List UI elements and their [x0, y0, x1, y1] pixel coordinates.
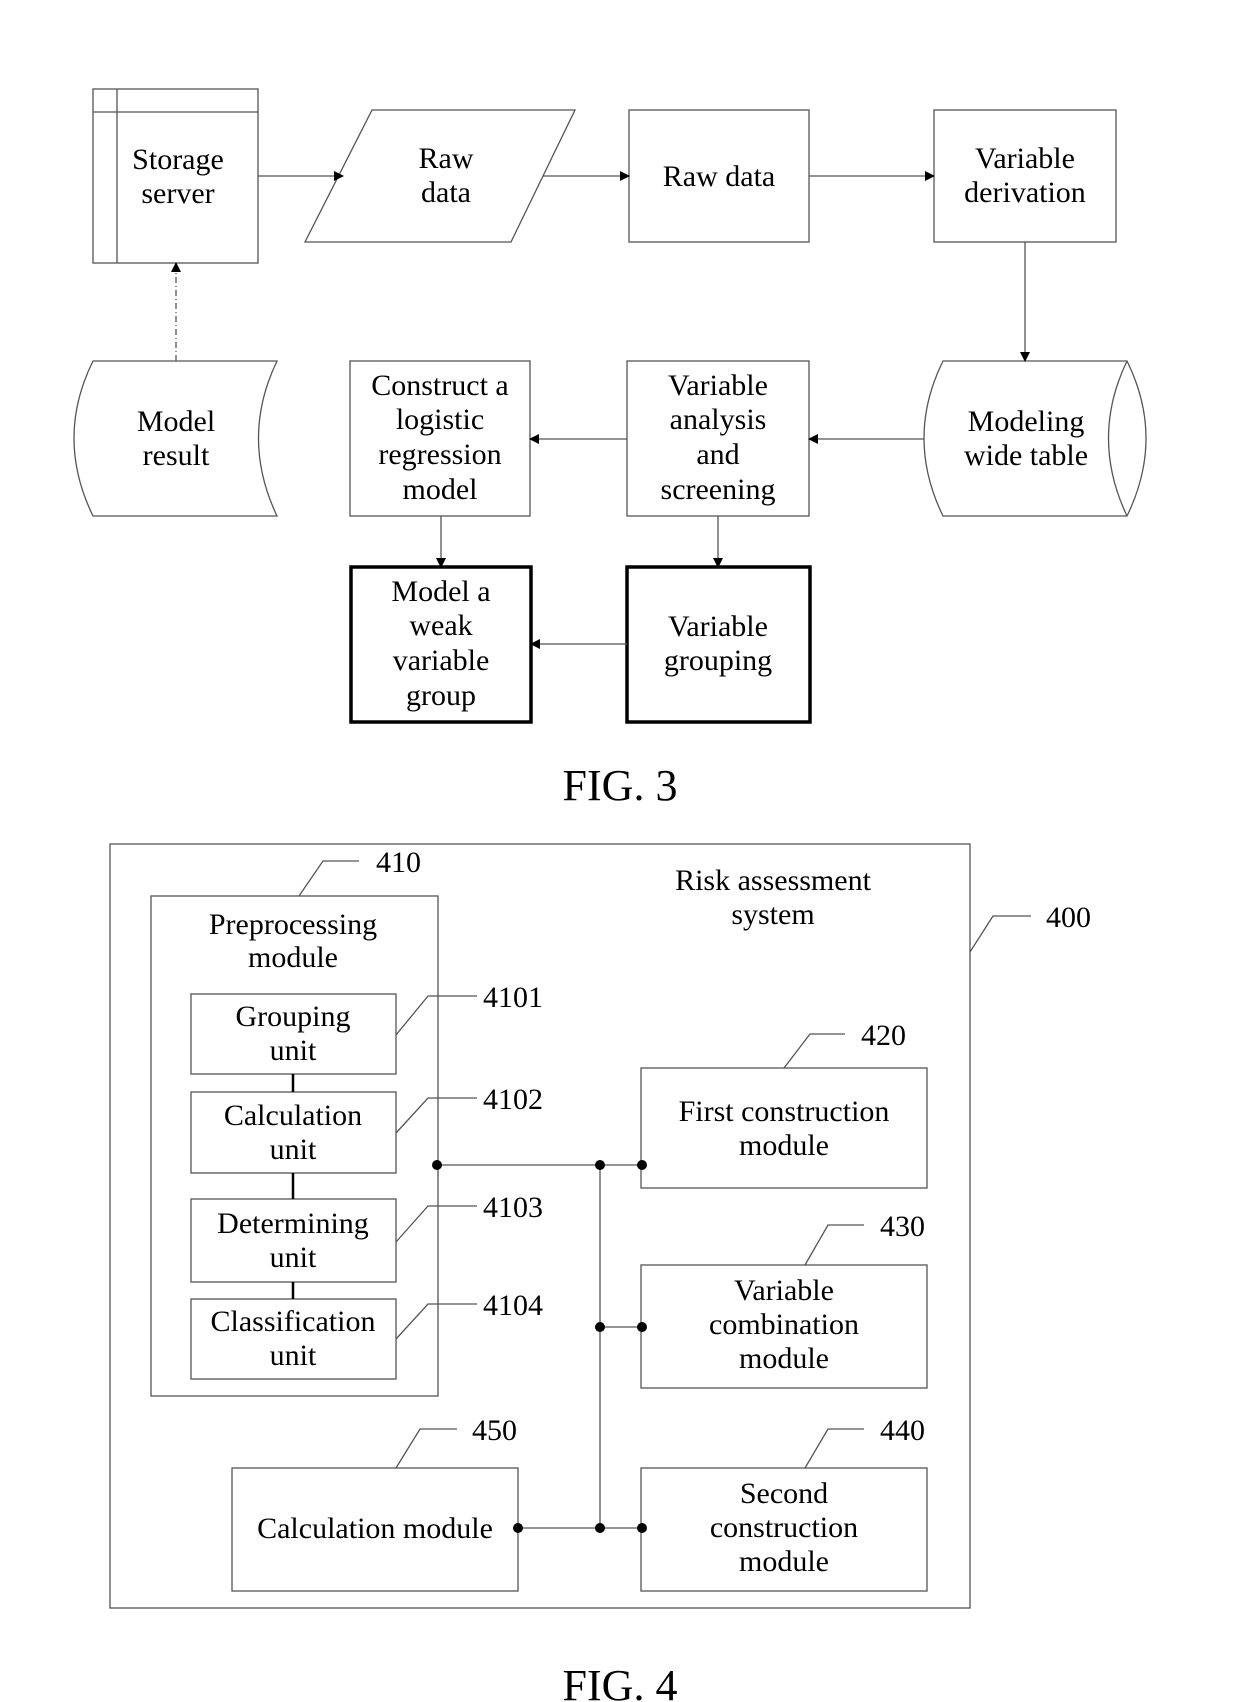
fig4-diagram: Risk assessment system 400 Preprocessing… — [109, 843, 1091, 1702]
variable-analysis-line-1: Variable — [668, 369, 768, 402]
raw-data-input-line-1: Raw — [419, 142, 474, 175]
model-result-line-2: result — [143, 439, 210, 472]
ref-400: 400 — [1046, 901, 1091, 934]
raw-data-label: Raw data — [663, 160, 775, 193]
variable-analysis-line-3: and — [696, 438, 739, 471]
unit-determining: Determining unit — [190, 1198, 397, 1283]
junction-dot — [432, 1160, 442, 1170]
construct-lr-line-1: Construct a — [371, 369, 508, 402]
junction-dot — [637, 1160, 647, 1170]
junction-dot — [595, 1322, 605, 1332]
model-weak-line-1: Model a — [391, 575, 490, 608]
unit-calculation: Calculation unit — [190, 1091, 397, 1174]
model-weak-line-4: group — [406, 679, 476, 712]
construct-lr-line-4: model — [403, 473, 478, 506]
node-raw-data-input: Raw data — [303, 109, 577, 243]
node-variable-analysis: Variable analysis and screening — [626, 360, 810, 517]
node-model-weak-variable-group: Model a weak variable group — [349, 565, 533, 724]
system-title-line-2: system — [731, 898, 814, 931]
second-construction-line-1: Second — [740, 1477, 828, 1510]
junction-dot — [513, 1523, 523, 1533]
junction-dot — [595, 1523, 605, 1533]
node-modeling-wide-table: Modeling wide table — [923, 360, 1147, 517]
unit-determining-line-1: Determining — [217, 1207, 369, 1240]
ref-430: 430 — [880, 1210, 925, 1243]
variable-grouping-line-1: Variable — [668, 610, 768, 643]
junction-dot — [637, 1523, 647, 1533]
storage-server-line-1: Storage — [132, 143, 224, 176]
unit-grouping-line-1: Grouping — [236, 1000, 351, 1033]
second-construction-line-2: construction — [710, 1511, 858, 1544]
ref-440: 440 — [880, 1414, 925, 1447]
model-weak-line-2: weak — [409, 609, 472, 642]
calculation-module: Calculation module — [231, 1467, 519, 1592]
unit-grouping: Grouping unit — [190, 993, 397, 1075]
node-storage-server: Storage server — [92, 88, 259, 264]
variable-analysis-line-4: screening — [661, 473, 776, 506]
junction-dot — [637, 1322, 647, 1332]
ref-4104: 4104 — [483, 1289, 543, 1322]
fig3-caption: FIG. 3 — [563, 761, 678, 810]
unit-determining-line-2: unit — [270, 1241, 317, 1274]
construct-lr-line-3: regression — [378, 438, 501, 471]
ref-4102: 4102 — [483, 1083, 543, 1116]
construct-lr-line-2: logistic — [396, 403, 484, 436]
node-variable-derivation: Variable derivation — [933, 109, 1117, 243]
unit-classification: Classification unit — [190, 1298, 397, 1380]
variable-combination-line-1: Variable — [734, 1274, 834, 1307]
model-weak-line-3: variable — [393, 644, 490, 677]
variable-combination-line-3: module — [739, 1342, 829, 1375]
ref-4101: 4101 — [483, 981, 543, 1014]
modeling-wide-table-line-2: wide table — [964, 439, 1088, 472]
first-construction-line-1: First construction — [679, 1095, 890, 1128]
leader-400 — [969, 915, 1031, 953]
ref-420: 420 — [861, 1019, 906, 1052]
first-construction-module: First construction module — [640, 1067, 928, 1189]
fig3-diagram: Storage server Raw data Raw data Variabl… — [73, 88, 1147, 810]
junction-dot — [595, 1160, 605, 1170]
calculation-module-label: Calculation module — [257, 1512, 493, 1545]
variable-combination-line-2: combination — [709, 1308, 859, 1341]
ref-4103: 4103 — [483, 1191, 543, 1224]
model-result-line-1: Model — [137, 405, 215, 438]
node-construct-lr-model: Construct a logistic regression model — [349, 360, 531, 517]
unit-classification-line-1: Classification — [211, 1305, 376, 1338]
variable-analysis-line-2: analysis — [670, 403, 767, 436]
raw-data-input-line-2: data — [421, 176, 471, 209]
ref-410: 410 — [376, 846, 421, 879]
variable-derivation-line-1: Variable — [975, 142, 1075, 175]
node-raw-data: Raw data — [628, 109, 810, 243]
unit-grouping-line-2: unit — [270, 1034, 317, 1067]
storage-server-line-2: server — [141, 177, 214, 210]
patent-figures: Storage server Raw data Raw data Variabl… — [73, 88, 1147, 1702]
fig4-caption: FIG. 4 — [563, 1661, 678, 1702]
second-construction-line-3: module — [739, 1545, 829, 1578]
preprocessing-title-line-1: Preprocessing — [209, 908, 377, 941]
first-construction-line-2: module — [739, 1129, 829, 1162]
system-title-line-1: Risk assessment — [675, 864, 872, 897]
unit-classification-line-2: unit — [270, 1339, 317, 1372]
modeling-wide-table-line-1: Modeling — [968, 405, 1085, 438]
ref-450: 450 — [472, 1414, 517, 1447]
node-variable-grouping: Variable grouping — [625, 565, 812, 724]
variable-derivation-line-2: derivation — [964, 176, 1086, 209]
variable-combination-module: Variable combination module — [640, 1264, 928, 1389]
preprocessing-title-line-2: module — [248, 941, 338, 974]
node-model-result: Model result — [73, 360, 279, 517]
unit-calculation-line-1: Calculation — [224, 1099, 362, 1132]
unit-calculation-line-2: unit — [270, 1133, 317, 1166]
second-construction-module: Second construction module — [640, 1467, 928, 1592]
variable-grouping-line-2: grouping — [664, 644, 772, 677]
